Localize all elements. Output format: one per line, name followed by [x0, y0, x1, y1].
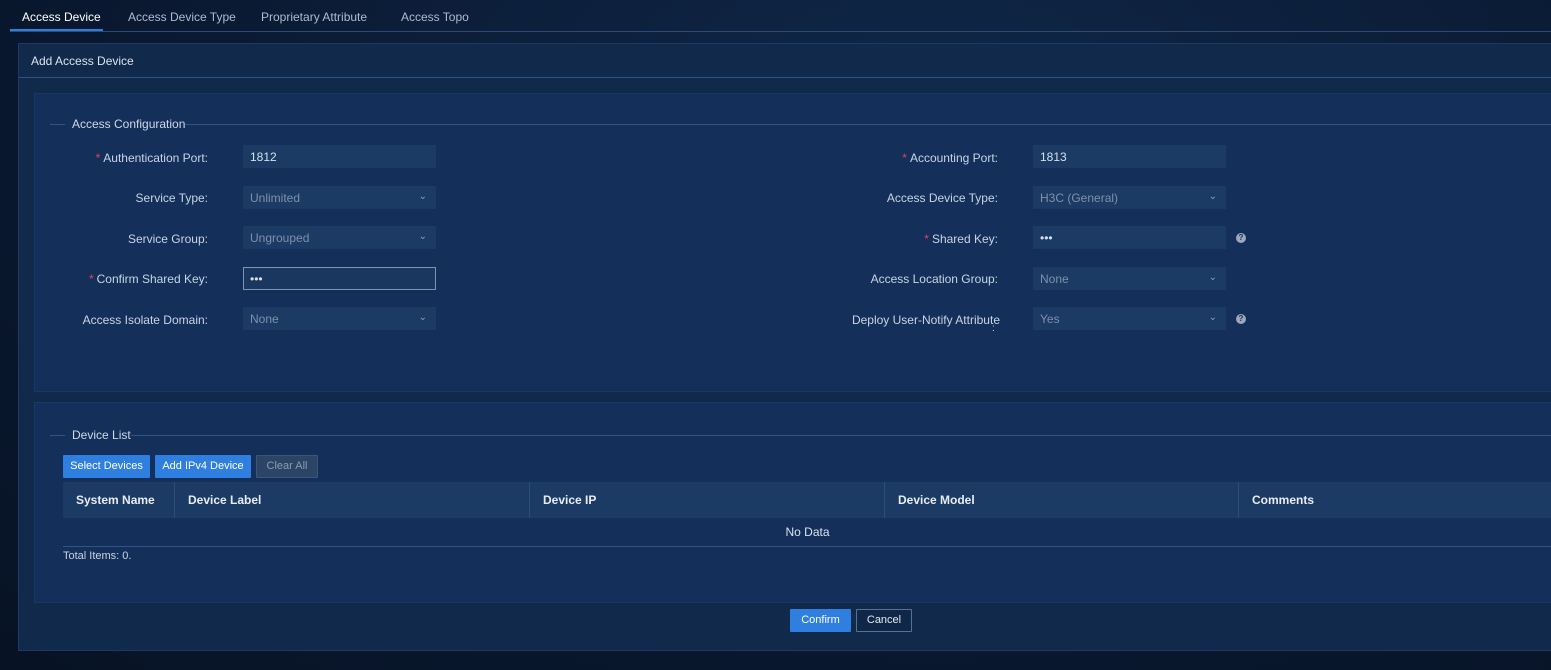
- tab-access-device-type[interactable]: Access Device Type: [128, 10, 236, 24]
- service-type-label: Service Type:: [135, 191, 208, 205]
- confirm-shared-key-label: * Confirm Shared Key:: [88, 272, 208, 286]
- service-group-select[interactable]: Ungrouped ⌄: [243, 226, 436, 249]
- isolate-domain-select[interactable]: None ⌄: [243, 307, 436, 330]
- chevron-down-icon: ⌄: [1208, 312, 1217, 323]
- chevron-down-icon: ⌄: [1208, 191, 1217, 202]
- legend-line: [50, 435, 65, 436]
- help-circle-icon[interactable]: ?: [1236, 233, 1246, 243]
- auth-port-label: * Authentication Port:: [95, 151, 208, 165]
- column-header-device-label[interactable]: Device Label: [175, 482, 530, 518]
- user-notify-select[interactable]: Yes ⌄: [1033, 307, 1226, 330]
- tab-bar: Access Device Access Device Type Proprie…: [10, 0, 1551, 32]
- cancel-button[interactable]: Cancel: [856, 609, 912, 632]
- device-list-section: Device List Select Devices Add IPv4 Devi…: [34, 402, 1551, 603]
- confirm-shared-key-input[interactable]: •••: [243, 267, 436, 290]
- add-access-device-panel: Add Access Device Access Configuration *…: [18, 43, 1551, 651]
- legend-line: [50, 124, 65, 125]
- device-list-legend: Device List: [72, 428, 131, 442]
- help-circle-icon[interactable]: ?: [1236, 314, 1246, 324]
- required-asterisk: *: [902, 151, 907, 165]
- access-configuration-legend: Access Configuration: [72, 117, 186, 131]
- column-header-comments[interactable]: Comments: [1239, 482, 1551, 518]
- accounting-port-label: * Accounting Port:: [902, 151, 998, 165]
- confirm-button[interactable]: Confirm: [790, 609, 851, 632]
- select-devices-button[interactable]: Select Devices: [63, 455, 150, 478]
- shared-key-label: * Shared Key:: [924, 232, 998, 246]
- clear-all-button[interactable]: Clear All: [256, 455, 318, 478]
- chevron-down-icon: ⌄: [418, 312, 427, 323]
- shared-key-input[interactable]: •••: [1033, 226, 1226, 249]
- total-items: Total Items: 0.: [63, 550, 132, 562]
- access-configuration-section: Access Configuration * Authentication Por…: [34, 93, 1551, 392]
- panel-header: Add Access Device: [19, 44, 1551, 78]
- chevron-down-icon: ⌄: [418, 231, 427, 242]
- required-asterisk: *: [88, 272, 94, 286]
- tab-access-device[interactable]: Access Device: [22, 10, 101, 24]
- chevron-down-icon: ⌄: [418, 191, 427, 202]
- tab-access-topo[interactable]: Access Topo: [401, 10, 469, 24]
- column-header-device-model[interactable]: Device Model: [885, 482, 1239, 518]
- service-type-select[interactable]: Unlimited ⌄: [243, 186, 436, 209]
- tab-proprietary-attribute[interactable]: Proprietary Attribute: [261, 10, 367, 24]
- user-notify-label: Deploy User-Notify Attribute: [851, 313, 1000, 327]
- required-asterisk: *: [95, 151, 101, 165]
- column-header-device-ip[interactable]: Device IP: [530, 482, 885, 518]
- location-group-label: Access Location Group:: [870, 272, 998, 286]
- legend-line: [185, 124, 1551, 125]
- user-notify-label-colon: :: [992, 323, 995, 334]
- required-asterisk: *: [924, 232, 929, 246]
- panel-title: Add Access Device: [31, 54, 134, 68]
- service-group-label: Service Group:: [127, 232, 208, 246]
- active-tab-indicator: [10, 29, 103, 31]
- accounting-port-input[interactable]: 1813: [1033, 145, 1226, 168]
- table-header: System Name Device Label Device IP Devic…: [63, 482, 1551, 518]
- column-header-system-name[interactable]: System Name: [63, 482, 175, 518]
- legend-line: [131, 435, 1551, 436]
- isolate-domain-label: Access Isolate Domain:: [82, 313, 208, 327]
- device-type-select[interactable]: H3C (General) ⌄: [1033, 186, 1226, 209]
- location-group-select[interactable]: None ⌄: [1033, 267, 1226, 290]
- device-type-label: Access Device Type:: [886, 191, 998, 205]
- auth-port-input[interactable]: 1812: [243, 145, 436, 168]
- empty-state: No Data: [63, 518, 1551, 547]
- add-ipv4-device-button[interactable]: Add IPv4 Device: [155, 455, 251, 478]
- chevron-down-icon: ⌄: [1208, 272, 1217, 283]
